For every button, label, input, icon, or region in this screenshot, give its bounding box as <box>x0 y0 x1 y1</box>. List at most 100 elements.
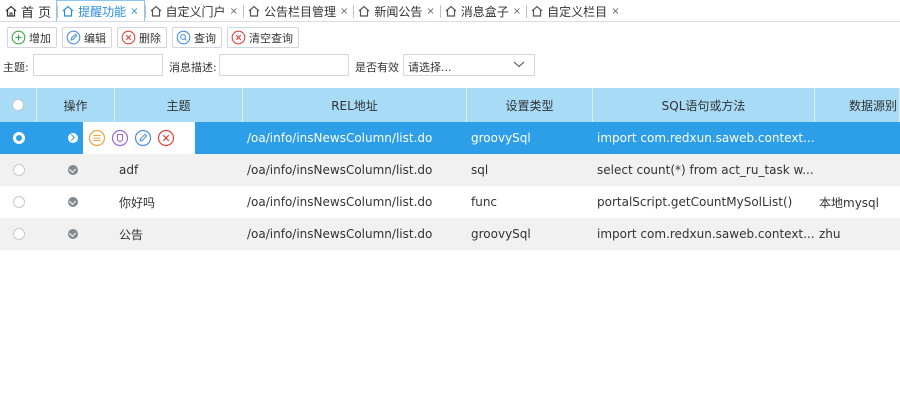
row-select-cell[interactable] <box>0 154 37 186</box>
home-icon <box>150 5 161 17</box>
row-expander-cell[interactable] <box>68 186 82 218</box>
edit-icon[interactable] <box>134 129 152 147</box>
tab-notice-column[interactable]: 公告栏目管理 × <box>242 1 353 21</box>
tab-news[interactable]: 新闻公告 × <box>353 1 439 21</box>
add-label: 增加 <box>29 31 51 45</box>
toolbar: 增加 编辑 删除 查询 清空查询 <box>7 27 299 48</box>
row-select-cell[interactable] <box>0 186 37 218</box>
message-desc-input[interactable] <box>219 54 349 76</box>
column-header-rel-url[interactable]: REL地址 <box>243 88 467 122</box>
row-radio[interactable] <box>12 132 25 144</box>
detail-icon[interactable] <box>88 129 106 147</box>
row-radio[interactable] <box>12 196 25 208</box>
valid-select[interactable]: 请选择... <box>403 54 535 76</box>
column-header-sql[interactable]: SQL语句或方法 <box>593 88 815 122</box>
sql-cell: select count(*) from act_ru_task w... <box>597 163 814 177</box>
query-label: 查询 <box>194 31 216 45</box>
row-expander-cell[interactable] <box>68 218 82 250</box>
subject-cell: 你好吗 <box>119 195 156 210</box>
tab-label: 新闻公告 <box>374 4 423 19</box>
tab-label: 首 页 <box>21 5 52 21</box>
column-header-subject[interactable]: 主题 <box>115 88 243 122</box>
delete-label: 删除 <box>139 31 161 45</box>
rel-url-cell: /oa/info/insNewsColumn/list.do <box>247 131 433 145</box>
add-button[interactable]: 增加 <box>7 27 57 48</box>
tab-label: 自定义栏目 <box>547 4 608 19</box>
home-icon <box>358 5 370 17</box>
clear-query-label: 清空查询 <box>249 31 293 45</box>
tab-close-icon[interactable]: × <box>611 6 619 17</box>
row-expander-cell[interactable] <box>68 122 82 154</box>
edit-button[interactable]: 编辑 <box>62 27 112 48</box>
rel-url-cell: /oa/info/insNewsColumn/list.do <box>247 163 433 177</box>
datasource-cell <box>815 154 900 186</box>
valid-label: 是否有效 <box>355 61 399 74</box>
row-action-buttons <box>83 122 195 154</box>
type-cell: groovySql <box>471 227 531 241</box>
tab-message-box[interactable]: 消息盒子 × <box>439 1 526 21</box>
table-row[interactable]: 公告 /oa/info/insNewsColumn/list.do groovy… <box>0 218 900 250</box>
column-header-action[interactable]: 操作 <box>37 88 115 122</box>
type-cell: func <box>471 195 498 209</box>
tab-label: 公告栏目管理 <box>263 4 336 19</box>
tab-close-icon[interactable]: × <box>513 6 521 17</box>
row-expander-icon[interactable] <box>68 197 78 207</box>
column-header-datasource[interactable]: 数据源别 <box>815 88 900 122</box>
row-radio[interactable] <box>12 164 25 176</box>
row-select-cell[interactable] <box>0 122 37 154</box>
type-cell: sql <box>471 163 489 177</box>
sql-cell: import com.redxun.saweb.context... <box>597 227 815 241</box>
home-icon <box>445 5 457 17</box>
search-icon <box>176 30 191 45</box>
clear-query-button[interactable]: 清空查询 <box>227 27 299 48</box>
datasource-cell <box>815 122 900 154</box>
home-icon <box>248 5 260 17</box>
sql-cell: portalScript.getCountMySolList() <box>597 195 793 209</box>
row-expander-icon[interactable] <box>68 165 78 175</box>
tab-custom-portal[interactable]: 自定义门户 × <box>144 1 243 21</box>
select-all-cell[interactable] <box>0 88 37 122</box>
row-expander-icon[interactable] <box>68 133 78 143</box>
edit-icon <box>66 30 81 45</box>
row-select-cell[interactable] <box>0 218 37 250</box>
tab-custom-column[interactable]: 自定义栏目 × <box>526 1 624 21</box>
tab-home[interactable]: 首 页 <box>0 1 56 21</box>
tab-bar: 首 页 提醒功能 × 自定义门户 × 公告栏目管理 × 新闻公告 × 消息盒子 … <box>0 0 900 22</box>
permission-icon[interactable] <box>111 129 129 147</box>
tab-close-icon[interactable]: × <box>426 6 434 17</box>
subject-cell: adf <box>119 163 139 177</box>
chevron-down-icon <box>513 61 525 68</box>
rel-url-cell: /oa/info/insNewsColumn/list.do <box>247 227 433 241</box>
grid-header: 操作 主题 REL地址 设置类型 SQL语句或方法 数据源别 <box>0 88 900 122</box>
tab-label: 提醒功能 <box>78 4 127 19</box>
row-expander-cell[interactable] <box>68 154 82 186</box>
type-cell: groovySql <box>471 131 531 145</box>
home-icon <box>62 5 74 17</box>
select-all-radio[interactable] <box>12 99 24 111</box>
datasource-cell: 本地mysql <box>819 195 879 210</box>
row-radio[interactable] <box>12 228 25 240</box>
delete-icon[interactable] <box>157 129 175 147</box>
column-header-type[interactable]: 设置类型 <box>467 88 593 122</box>
message-desc-label: 消息描述: <box>169 61 217 74</box>
tab-close-icon[interactable]: × <box>230 6 238 17</box>
home-icon <box>531 5 543 17</box>
table-row[interactable]: adf /oa/info/insNewsColumn/list.do sql s… <box>0 154 900 186</box>
table-row[interactable]: 你好吗 /oa/info/insNewsColumn/list.do func … <box>0 186 900 218</box>
tab-reminder[interactable]: 提醒功能 × <box>56 0 145 21</box>
table-row[interactable]: /oa/info/insNewsColumn/list.do groovySql… <box>0 122 900 154</box>
subject-input[interactable] <box>33 54 163 76</box>
valid-select-value: 请选择... <box>408 61 452 74</box>
row-expander-icon[interactable] <box>68 229 78 239</box>
tab-close-icon[interactable]: × <box>130 6 138 17</box>
delete-button[interactable]: 删除 <box>117 27 167 48</box>
subject-label: 主题: <box>3 61 29 74</box>
datasource-cell: zhu <box>819 227 841 241</box>
rel-url-cell: /oa/info/insNewsColumn/list.do <box>247 195 433 209</box>
tab-close-icon[interactable]: × <box>340 6 348 17</box>
plus-circle-icon <box>11 30 26 45</box>
tab-label: 自定义门户 <box>165 4 226 19</box>
query-button[interactable]: 查询 <box>172 27 222 48</box>
clear-icon <box>231 30 246 45</box>
home-icon <box>5 5 17 17</box>
